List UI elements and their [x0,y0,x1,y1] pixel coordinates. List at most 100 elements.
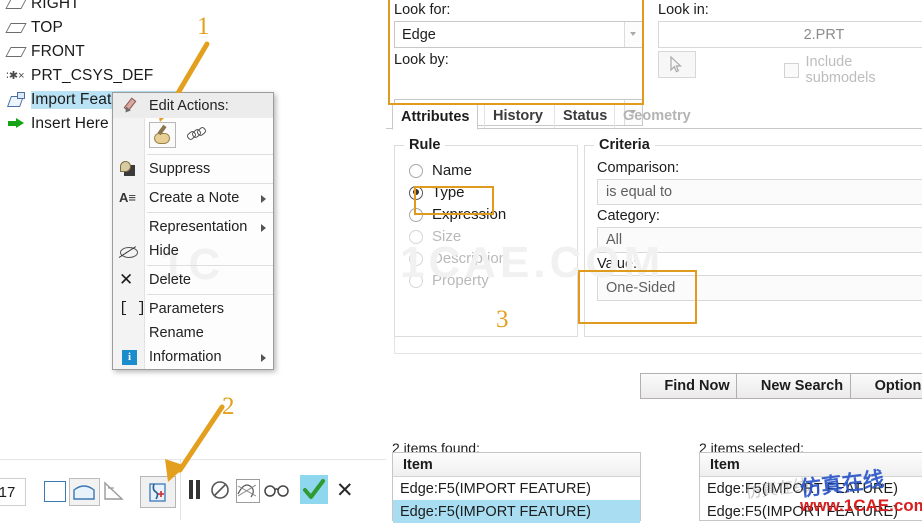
tree-row[interactable]: RIGHT [0,0,300,16]
tree-row[interactable]: TOP [0,16,300,40]
menu-header-edit-actions: Edit Actions: [113,93,273,118]
menu-separator [147,183,273,184]
new-search-button[interactable]: New Search [736,373,868,399]
bottom-toolbar[interactable]: 17 ✕ [0,459,386,520]
list-item[interactable]: Edge:F5(IMPORT FEATURE) [393,500,640,523]
menu-item-create-a-note[interactable]: A≡ Create a Note [113,186,273,210]
shaded-with-edges-icon[interactable] [69,478,100,506]
items-found-list[interactable]: Item Edge:F5(IMPORT FEATURE) Edge:F5(IMP… [392,452,641,523]
comparison-field[interactable]: is equal to [597,179,922,205]
menu-separator [147,294,273,295]
cursor-pick-icon[interactable] [658,51,696,78]
pause-icon[interactable] [189,480,193,499]
button-label: Find Now [664,378,730,394]
chevron-down-icon[interactable] [624,22,642,47]
radio-description: Description [409,248,507,269]
tab-attributes[interactable]: Attributes [392,103,479,130]
include-submodels-label: Include submodels [805,54,876,86]
radio-size: Size [409,226,461,247]
pencil-icon [119,96,138,114]
tab-label: Status [563,107,608,124]
submenu-arrow-icon [261,354,266,362]
menu-separator [147,154,273,155]
context-menu[interactable]: Edit Actions: Suppress A≡ Create a Note … [112,92,274,370]
look-in-field[interactable]: 2.PRT [658,21,922,48]
import-feature-icon [6,91,28,109]
accept-checkmark-icon[interactable] [300,475,328,504]
menu-item-representation[interactable]: Representation [113,215,273,239]
menu-item-rename[interactable]: Rename [113,321,273,345]
edit-actions-icon-row[interactable] [113,118,273,152]
feature-number-field[interactable]: 17 [0,478,26,506]
checkbox-box[interactable] [784,62,799,78]
menu-item-label: Suppress [149,161,211,177]
radio-dot-icon [409,207,423,222]
button-label: New Search [760,378,844,394]
wireframe-preview-icon[interactable] [236,479,260,503]
radio-dot-icon [409,251,423,266]
radio-name[interactable]: Name [409,160,472,181]
tab-status[interactable]: Status [554,103,615,128]
shaded-display-icon[interactable] [44,481,66,502]
tab-label: Geometry [623,107,691,124]
datum-plane-icon [6,0,28,13]
radio-type[interactable]: Type [409,182,465,203]
radio-expression[interactable]: Expression [409,204,506,225]
parameters-icon: [ ] [119,300,147,317]
disable-icon[interactable] [210,480,230,503]
radio-dot-icon [409,229,423,244]
look-for-value: Edge [402,26,436,43]
list-item[interactable]: Edge:F5(IMPORT FEATURE) [700,500,922,523]
submenu-arrow-icon [261,224,266,232]
category-field[interactable]: All [597,227,922,253]
radio-label: Size [432,228,462,245]
radio-dot-icon [409,163,423,178]
annotation-number-1: 1 [197,13,210,40]
items-selected-list[interactable]: Item Edge:F5(IMPORT FEATURE) Edge:F5(IMP… [699,452,922,521]
menu-item-suppress[interactable]: Suppress [113,157,273,181]
pause-icon[interactable] [196,480,200,499]
comparison-value: is equal to [606,184,673,200]
edit-references-icon[interactable] [183,122,210,148]
menu-item-label: Create a Note [149,190,240,206]
menu-item-information[interactable]: i Information [113,345,273,369]
tree-row[interactable]: ∶✱× PRT_CSYS_DEF [0,64,300,88]
glasses-preview-icon[interactable] [264,482,290,501]
tree-item-label: Insert Here [31,115,109,132]
edit-definition-icon[interactable] [149,122,176,148]
options-button[interactable]: Options [850,373,922,399]
look-by-label: Look by: [394,52,449,68]
look-for-label: Look for: [394,2,451,18]
menu-item-hide[interactable]: Hide [113,239,273,263]
items-selected-column-header: Item [700,453,922,477]
create-note-icon: A≡ [119,190,136,205]
look-for-combo[interactable]: Edge [394,21,643,48]
tree-item-label: RIGHT [31,0,80,12]
items-found-column-header: Item [393,453,640,477]
value-field[interactable]: One-Sided [597,275,922,301]
insert-here-arrow-icon [6,115,28,133]
regenerate-icon[interactable] [140,476,176,508]
tab-history[interactable]: History [484,103,551,128]
cancel-x-icon[interactable]: ✕ [336,478,354,503]
menu-separator [147,265,273,266]
category-label: Category: [597,208,660,224]
annotation-number-3: 3 [496,306,509,333]
menu-item-label: Information [149,349,222,365]
feature-number-value: 17 [0,483,16,501]
menu-item-parameters[interactable]: [ ] Parameters [113,297,273,321]
radio-label: Description [432,250,508,267]
tab-label: History [493,107,543,124]
include-submodels-checkbox[interactable]: Include submodels [784,54,922,86]
tab-strip[interactable]: Attributes History Status Geometry [386,103,922,130]
list-item[interactable]: Edge:F5(IMPORT FEATURE) [700,477,922,500]
list-item[interactable]: Edge:F5(IMPORT FEATURE) [393,477,640,500]
criteria-group: Criteria Comparison: is equal to Categor… [584,137,922,337]
tree-row[interactable]: FRONT [0,40,300,64]
radio-label: Type [432,184,465,201]
button-label: Options [874,378,922,394]
menu-item-delete[interactable]: ✕ Delete [113,268,273,292]
no-hidden-icon[interactable] [103,480,125,504]
menu-header-label: Edit Actions: [149,97,229,114]
tab-label: Attributes [401,108,470,125]
